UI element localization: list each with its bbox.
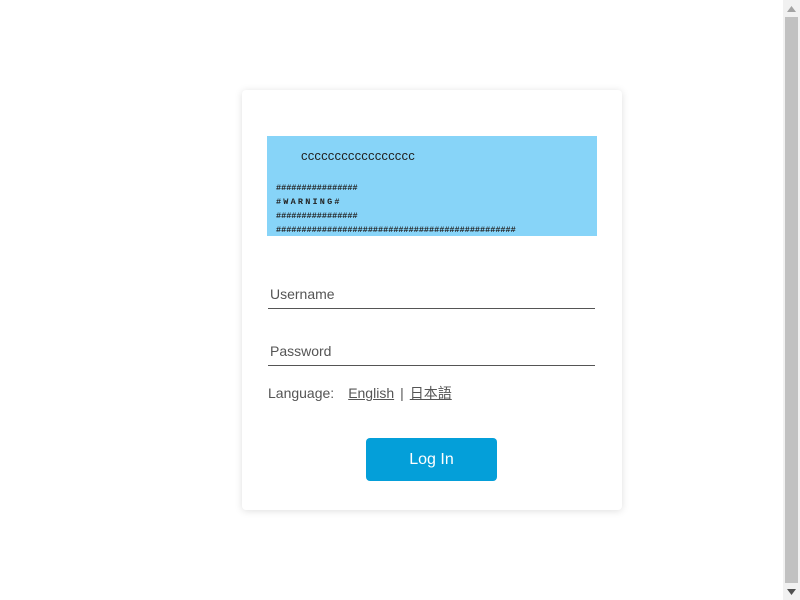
page: ccccccccccccccccc ################ #WARNI… (0, 0, 800, 600)
language-label: Language: (268, 385, 335, 401)
vertical-scrollbar[interactable] (783, 0, 800, 600)
password-input[interactable] (268, 337, 595, 365)
username-field-wrapper (268, 280, 595, 309)
password-field-wrapper (268, 337, 595, 366)
scroll-up-icon[interactable] (783, 0, 800, 17)
username-input[interactable] (268, 280, 595, 308)
language-selector: Language: English | 日本語 (268, 383, 452, 403)
banner-line: ################ (276, 183, 358, 193)
scroll-down-icon[interactable] (783, 583, 800, 600)
language-japanese-link[interactable]: 日本語 (410, 383, 452, 403)
warning-banner: ccccccccccccccccc ################ #WARNI… (267, 136, 597, 236)
scrollbar-thumb[interactable] (785, 17, 798, 583)
banner-title: ccccccccccccccccc (301, 148, 415, 163)
login-button[interactable]: Log In (366, 438, 497, 481)
banner-line: ################ (276, 211, 358, 221)
language-english-link[interactable]: English (348, 385, 394, 401)
banner-line: ########################################… (276, 225, 516, 235)
login-card: ccccccccccccccccc ################ #WARNI… (242, 90, 622, 510)
banner-warning-line: #WARNING# (276, 197, 342, 207)
banner-text: ################ #WARNING# ###############… (276, 181, 516, 236)
language-separator: | (400, 385, 404, 401)
